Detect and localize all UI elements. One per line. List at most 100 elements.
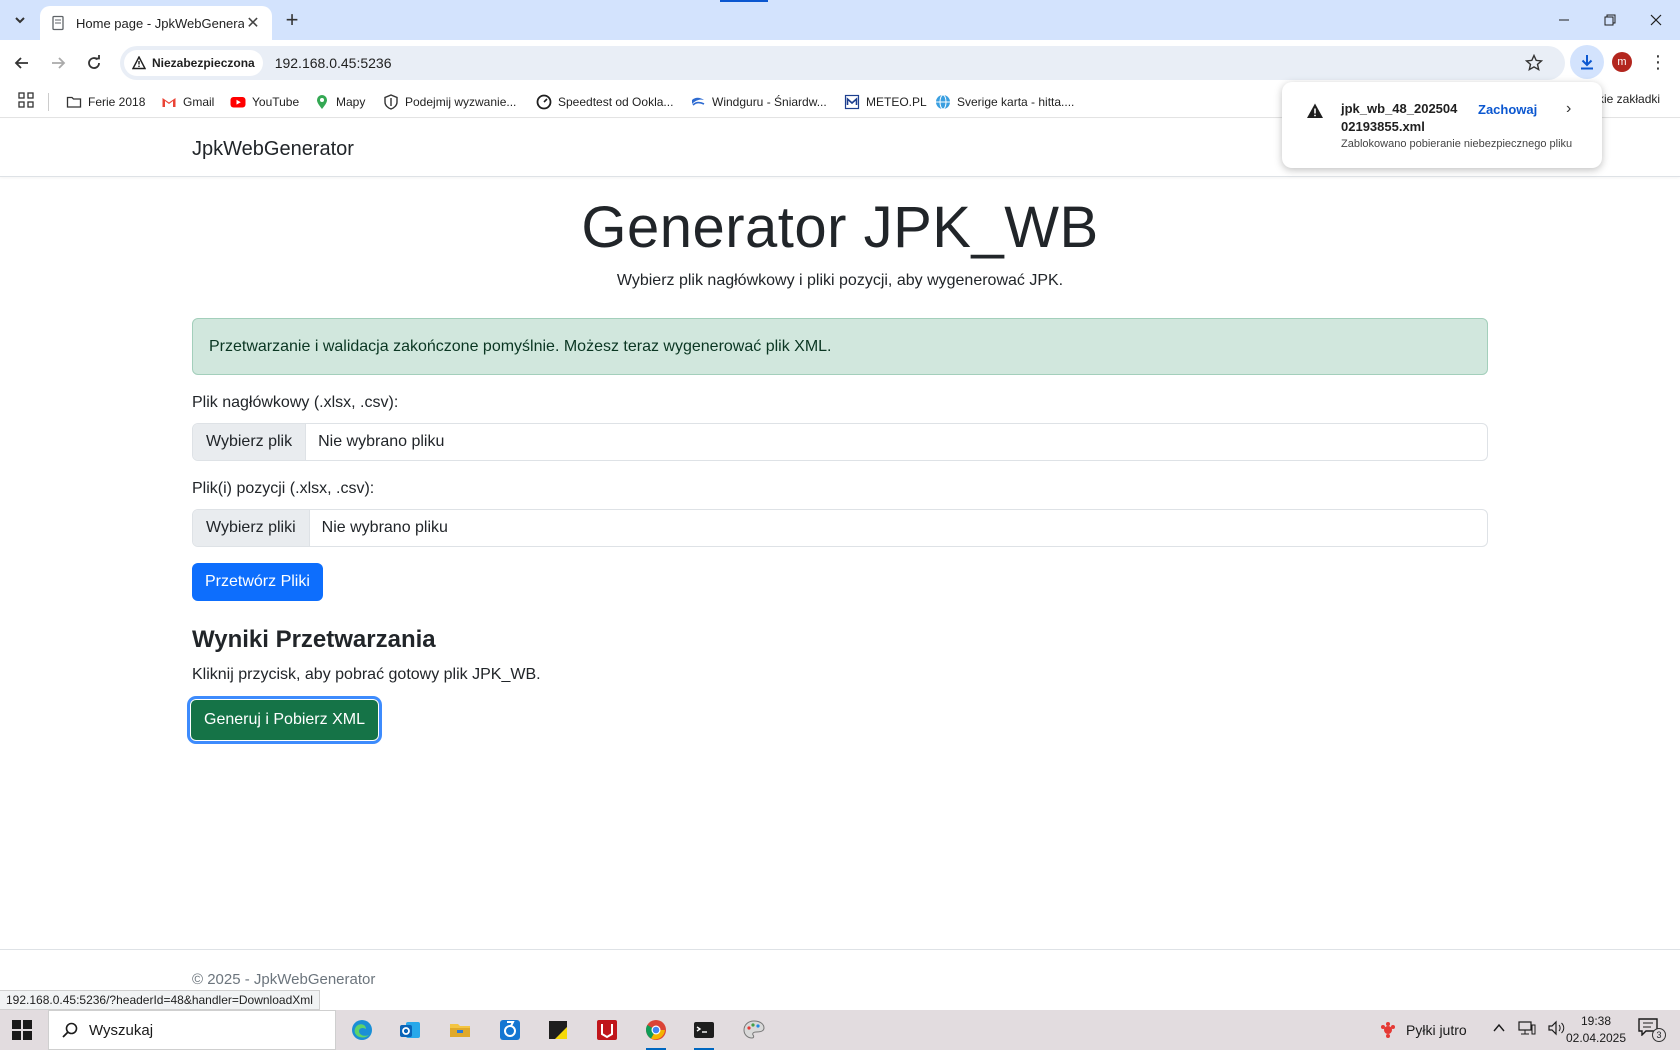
close-tab-icon[interactable]: ✕	[244, 14, 262, 32]
downloads-button[interactable]	[1570, 45, 1604, 79]
download-filename[interactable]: jpk_wb_48_202504 02193855.xml	[1341, 100, 1461, 136]
close-window-button[interactable]	[1633, 4, 1679, 36]
speedometer-icon	[536, 94, 552, 110]
footer-divider	[0, 949, 1680, 950]
address-bar[interactable]: Niezabezpieczona 192.168.0.45:5236	[120, 46, 1565, 80]
all-bookmarks-link[interactable]: kie zakładki	[1598, 92, 1660, 106]
windows-taskbar: Wyszukaj Pyłki jutro 19:38 02.04.2025 3	[0, 1010, 1680, 1050]
keep-download-button[interactable]: Zachowaj	[1478, 102, 1537, 117]
apps-grid-icon[interactable]	[18, 92, 34, 108]
notifications-button[interactable]: 3	[1638, 1018, 1666, 1042]
generate-download-xml-button[interactable]: Generuj i Pobierz XML	[190, 699, 379, 741]
search-icon	[62, 1022, 78, 1038]
bookmark-label: Speedtest od Ookla...	[558, 95, 674, 109]
header-file-input[interactable]: Wybierz plik Nie wybrano pliku	[192, 423, 1488, 461]
taskbar-weather[interactable]: Pyłki jutro	[1378, 1020, 1467, 1040]
url-text[interactable]: 192.168.0.45:5236	[275, 55, 392, 71]
bookmark-label: METEO.PL	[866, 95, 927, 109]
clock-time: 19:38	[1580, 1014, 1612, 1028]
bookmarks-separator	[48, 93, 49, 111]
taskbar-chrome[interactable]	[640, 1014, 672, 1050]
bookmark-label: Ferie 2018	[88, 95, 146, 109]
taskbar-clock[interactable]: 19:38 02.04.2025	[1556, 1013, 1636, 1047]
browser-menu-icon[interactable]: ⋮	[1648, 50, 1668, 74]
sticky-notes-icon	[549, 1021, 567, 1039]
page-title: Generator JPK_WB	[581, 195, 1099, 260]
bookmark-sverige[interactable]: Sverige karta - hitta....	[935, 92, 1074, 112]
terminal-icon	[694, 1022, 714, 1038]
minimize-button[interactable]	[1541, 4, 1587, 36]
bookmark-star-icon[interactable]	[1525, 54, 1543, 72]
bookmark-mapy[interactable]: Mapy	[314, 92, 365, 112]
meteo-icon	[844, 94, 860, 110]
restore-icon	[1604, 14, 1616, 26]
bookmark-label: Sverige karta - hitta....	[957, 95, 1075, 109]
taskbar-sticky-notes[interactable]	[542, 1014, 574, 1046]
chrome-icon	[646, 1020, 666, 1040]
new-tab-button[interactable]: +	[280, 7, 304, 32]
windows-start-icon[interactable]	[12, 1020, 32, 1040]
download-filename-line1: jpk_wb_48_202504	[1341, 101, 1458, 116]
bookmark-ferie[interactable]: Ferie 2018	[66, 92, 145, 112]
shield-icon	[384, 94, 398, 110]
notification-count-badge: 3	[1652, 1028, 1666, 1042]
tab-title: Home page - JpkWebGenerator	[76, 15, 244, 31]
bookmark-youtube[interactable]: YouTube	[230, 92, 299, 112]
page-footer: © 2025 - JpkWebGenerator	[192, 971, 376, 988]
taskbar-edge[interactable]	[346, 1014, 378, 1046]
page-lead: Wybierz plik nagłówkowy i pliki pozycji,…	[616, 272, 1064, 289]
taskbar-file-explorer[interactable]	[444, 1014, 476, 1046]
minimize-icon	[1559, 19, 1569, 21]
bookmark-label: Mapy	[336, 95, 366, 109]
edge-icon	[352, 1020, 372, 1040]
taskbar-paint[interactable]	[738, 1014, 770, 1046]
link-status-bubble: 192.168.0.45:5236/?headerId=48&handler=D…	[0, 990, 320, 1010]
security-chip[interactable]: Niezabezpieczona	[124, 50, 263, 76]
tab-home-page[interactable]: Home page - JpkWebGenerator ✕	[40, 6, 272, 40]
position-files-input[interactable]: Wybierz pliki Nie wybrano pliku	[192, 509, 1488, 547]
success-alert-text: Przetwarzanie i walidacja zakończone pom…	[209, 337, 832, 355]
file-explorer-icon	[450, 1024, 470, 1037]
close-icon	[1650, 14, 1662, 26]
bookmark-gmail[interactable]: Gmail	[161, 92, 214, 112]
back-button[interactable]	[8, 49, 36, 77]
globe-icon	[936, 94, 950, 110]
header-file-label: Plik nagłówkowy (.xlsx, .csv):	[192, 394, 399, 411]
site-brand[interactable]: JpkWebGenerator	[192, 138, 354, 161]
taskbar-store-app[interactable]	[494, 1014, 526, 1046]
taskbar-antivirus[interactable]	[591, 1014, 623, 1046]
weather-text: Pyłki jutro	[1406, 1022, 1467, 1038]
taskbar-search-placeholder: Wyszukaj	[89, 1021, 154, 1039]
bookmark-podejmij[interactable]: Podejmij wyzwanie...	[383, 92, 516, 112]
forward-button[interactable]	[44, 49, 72, 77]
chevron-up-icon[interactable]	[1492, 1021, 1506, 1035]
header-file-status: Nie wybrano pliku	[318, 433, 445, 450]
page-icon	[52, 15, 64, 31]
bookmark-label: Podejmij wyzwanie...	[405, 95, 517, 109]
profile-avatar[interactable]: m	[1612, 52, 1632, 72]
taskbar-search-box[interactable]: Wyszukaj	[48, 1010, 336, 1050]
maps-pin-icon	[317, 95, 327, 109]
bookmark-meteo[interactable]: METEO.PL	[844, 92, 927, 112]
system-tray	[1492, 1020, 1566, 1036]
paint-icon	[743, 1020, 765, 1039]
reload-button[interactable]	[80, 49, 108, 77]
choose-header-file-button[interactable]: Wybierz plik	[193, 424, 307, 460]
position-files-status: Nie wybrano pliku	[321, 519, 448, 536]
network-icon[interactable]	[1518, 1020, 1536, 1036]
outlook-icon	[400, 1022, 420, 1038]
tab-strip-indicator	[720, 0, 768, 2]
windguru-icon	[692, 97, 705, 106]
choose-position-files-button[interactable]: Wybierz pliki	[193, 510, 310, 546]
taskbar-outlook[interactable]	[394, 1014, 426, 1046]
restore-button[interactable]	[1587, 4, 1633, 36]
results-description: Kliknij przycisk, aby pobrać gotowy plik…	[192, 666, 541, 683]
tab-search-button[interactable]	[6, 6, 34, 34]
bookmark-speedtest[interactable]: Speedtest od Ookla...	[536, 92, 673, 112]
taskbar-terminal[interactable]	[688, 1014, 720, 1050]
warning-triangle-icon	[132, 56, 146, 70]
chevron-right-icon[interactable]: ›	[1566, 100, 1571, 118]
download-icon	[1581, 55, 1593, 70]
process-files-button[interactable]: Przetwórz Pliki	[192, 563, 323, 601]
bookmark-windguru[interactable]: Windguru - Śniardw...	[690, 92, 827, 112]
